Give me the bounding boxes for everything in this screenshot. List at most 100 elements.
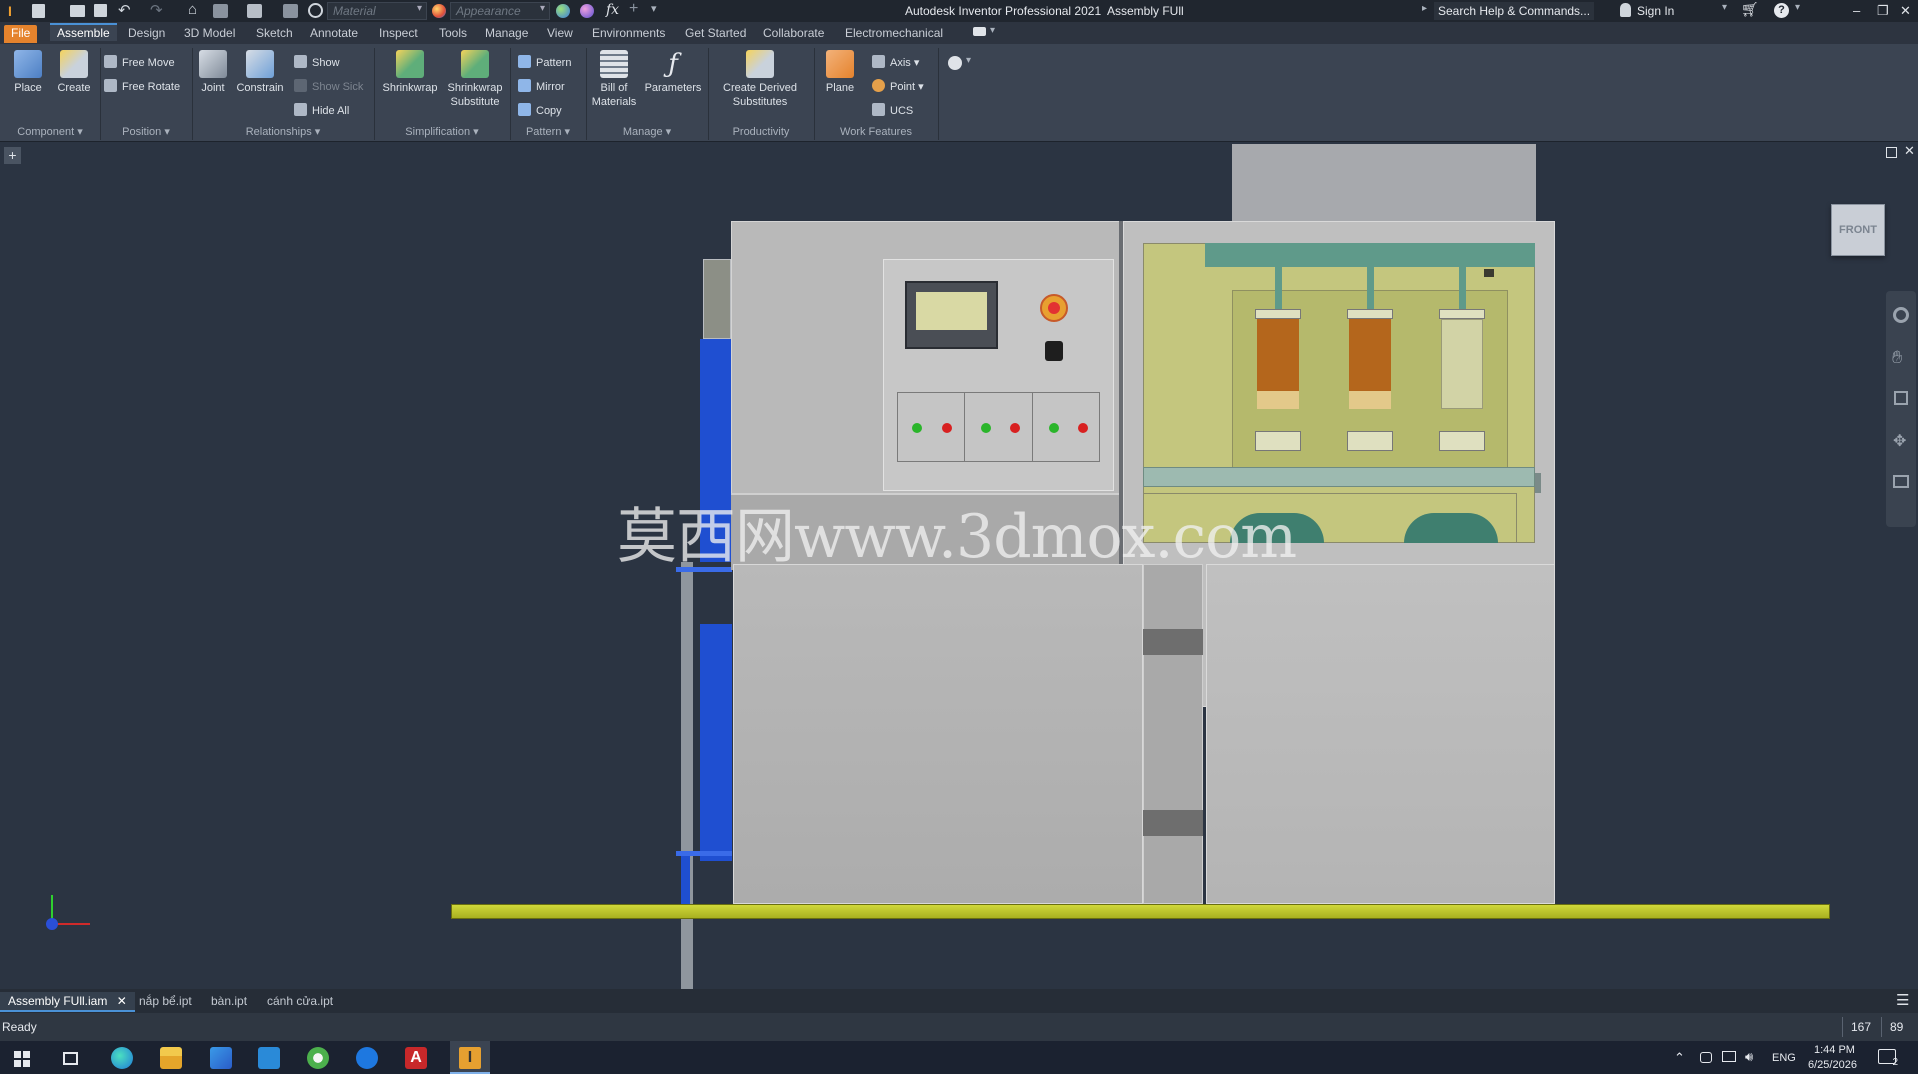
- tab-tools[interactable]: Tools: [432, 25, 474, 43]
- tab-manage[interactable]: Manage: [478, 25, 535, 43]
- bill-of-materials-button[interactable]: Bill of Materials: [588, 50, 640, 109]
- steering-wheel-icon[interactable]: [1893, 307, 1909, 323]
- cart-icon[interactable]: 🛒︎: [1741, 1, 1759, 18]
- show-sick-button[interactable]: Show Sick: [294, 79, 363, 94]
- tab-get-started[interactable]: Get Started: [678, 25, 753, 43]
- close-icon[interactable]: ✕: [1900, 3, 1911, 19]
- group-component[interactable]: Component ▾: [0, 124, 100, 140]
- doc-tab-nap-be[interactable]: nắp bể.ipt: [131, 992, 200, 1012]
- minimize-icon[interactable]: –: [1853, 3, 1860, 18]
- tab-view[interactable]: View: [540, 25, 580, 43]
- point-button[interactable]: Point ▾: [872, 79, 924, 94]
- edge-icon[interactable]: [111, 1047, 133, 1069]
- plus-icon[interactable]: +: [629, 0, 638, 18]
- clock-time[interactable]: 1:44 PM: [1814, 1044, 1855, 1056]
- measure-icon[interactable]: [213, 4, 228, 18]
- file-explorer-icon[interactable]: [160, 1047, 182, 1069]
- chevron-down-icon[interactable]: ▾: [966, 55, 971, 66]
- chevron-down-icon[interactable]: ▾: [1722, 2, 1727, 13]
- clock-date[interactable]: 6/25/2026: [1808, 1059, 1857, 1071]
- shrinkwrap-substitute-button[interactable]: Shrinkwrap Substitute: [444, 50, 506, 109]
- zalo-icon[interactable]: [356, 1047, 378, 1069]
- clear-icon[interactable]: [308, 3, 323, 18]
- browser-app-icon[interactable]: [307, 1047, 329, 1069]
- customize-dropdown-icon[interactable]: ▾: [651, 2, 657, 15]
- copy-button[interactable]: Copy: [518, 103, 562, 118]
- create-button[interactable]: Create: [54, 50, 94, 95]
- select-icon[interactable]: [247, 4, 262, 18]
- home-icon[interactable]: ⌂: [188, 1, 197, 18]
- adjust-appearance-icon[interactable]: [556, 4, 570, 18]
- mail-icon[interactable]: [258, 1047, 280, 1069]
- chevron-down-icon[interactable]: ▾: [1795, 2, 1800, 13]
- tab-collaborate[interactable]: Collaborate: [756, 25, 831, 43]
- clear-appearance-icon[interactable]: [580, 4, 594, 18]
- new-file-icon[interactable]: [32, 4, 45, 18]
- chevron-down-icon[interactable]: ▾: [990, 25, 995, 36]
- graphics-viewport[interactable]: + ✕ FRONT ✋︎ ✥ 莫西网www.3dmox.com: [0, 143, 1918, 1049]
- zoom-icon[interactable]: [1894, 391, 1908, 405]
- notification-icon[interactable]: 2: [1878, 1049, 1898, 1068]
- more-tools-dropdown-icon[interactable]: [948, 56, 962, 70]
- tab-electromechanical[interactable]: Electromechanical: [838, 25, 950, 43]
- undo-icon[interactable]: ↶: [118, 1, 131, 19]
- language-indicator[interactable]: ENG: [1772, 1052, 1796, 1064]
- ucs-button[interactable]: UCS: [872, 103, 913, 118]
- group-relationships[interactable]: Relationships ▾: [192, 124, 374, 140]
- inventor-logo-icon[interactable]: I: [8, 3, 20, 19]
- close-icon[interactable]: ✕: [117, 994, 127, 1008]
- tray-overflow-icon[interactable]: ⌃: [1674, 1050, 1685, 1066]
- tab-annotate[interactable]: Annotate: [303, 25, 365, 43]
- store-icon[interactable]: [210, 1047, 232, 1069]
- redo-icon[interactable]: ↷: [150, 1, 163, 19]
- mirror-button[interactable]: Mirror: [518, 79, 565, 94]
- open-icon[interactable]: [70, 5, 85, 17]
- tab-design[interactable]: Design: [121, 25, 172, 43]
- doc-tab-assembly[interactable]: Assembly FUll.iam ✕: [0, 992, 135, 1012]
- pattern-button[interactable]: Pattern: [518, 55, 571, 70]
- restore-icon[interactable]: ❐: [1877, 3, 1889, 19]
- tab-inspect[interactable]: Inspect: [372, 25, 425, 43]
- joint-button[interactable]: Joint: [196, 50, 230, 95]
- orbit-icon[interactable]: ✥: [1893, 431, 1906, 451]
- material-dropdown[interactable]: Material ▾: [327, 2, 427, 20]
- update-icon[interactable]: [283, 4, 298, 18]
- windows-start-icon[interactable]: [14, 1051, 30, 1067]
- browser-expand-icon[interactable]: +: [4, 147, 21, 164]
- look-at-icon[interactable]: [1893, 475, 1909, 488]
- parameters-button[interactable]: ƒ Parameters: [642, 50, 704, 95]
- fx-parameters-icon[interactable]: fx: [606, 2, 619, 18]
- volume-icon[interactable]: 🔊︎: [1745, 1049, 1753, 1065]
- create-derived-substitutes-button[interactable]: Create Derived Substitutes: [712, 50, 808, 109]
- doc-tab-canh-cua[interactable]: cánh cửa.ipt: [259, 992, 341, 1012]
- pan-hand-icon[interactable]: ✋︎: [1892, 347, 1902, 368]
- search-help-input[interactable]: Search Help & Commands...: [1434, 2, 1594, 20]
- tab-environments[interactable]: Environments: [585, 25, 672, 43]
- tab-assemble[interactable]: Assemble: [50, 23, 117, 41]
- save-icon[interactable]: [94, 4, 107, 17]
- axis-button[interactable]: Axis ▾: [872, 55, 919, 70]
- show-button[interactable]: Show: [294, 55, 340, 70]
- sign-in-link[interactable]: Sign In: [1637, 4, 1674, 18]
- viewcube[interactable]: FRONT: [1831, 204, 1885, 256]
- close-view-icon[interactable]: ✕: [1904, 143, 1915, 159]
- autocad-icon[interactable]: A: [405, 1047, 427, 1069]
- menu-icon[interactable]: ☰: [1896, 991, 1909, 1009]
- group-simplification[interactable]: Simplification ▾: [374, 124, 510, 140]
- network-icon[interactable]: [1722, 1051, 1736, 1062]
- ribbon-options-icon[interactable]: [973, 27, 986, 36]
- inventor-taskbar-button[interactable]: I: [450, 1041, 490, 1074]
- group-manage[interactable]: Manage ▾: [586, 124, 708, 140]
- hide-all-button[interactable]: Hide All: [294, 103, 349, 118]
- free-rotate-button[interactable]: Free Rotate: [104, 79, 180, 94]
- tab-sketch[interactable]: Sketch: [249, 25, 300, 43]
- free-move-button[interactable]: Free Move: [104, 55, 175, 70]
- plane-button[interactable]: Plane: [818, 50, 862, 95]
- maximize-view-icon[interactable]: [1886, 147, 1897, 158]
- help-icon[interactable]: ?: [1774, 3, 1789, 18]
- task-view-icon[interactable]: [63, 1052, 78, 1065]
- shrinkwrap-button[interactable]: Shrinkwrap: [378, 50, 442, 95]
- tray-camera-icon[interactable]: [1700, 1052, 1712, 1063]
- constrain-button[interactable]: Constrain: [234, 50, 286, 95]
- appearance-dropdown[interactable]: Appearance ▾: [450, 2, 550, 20]
